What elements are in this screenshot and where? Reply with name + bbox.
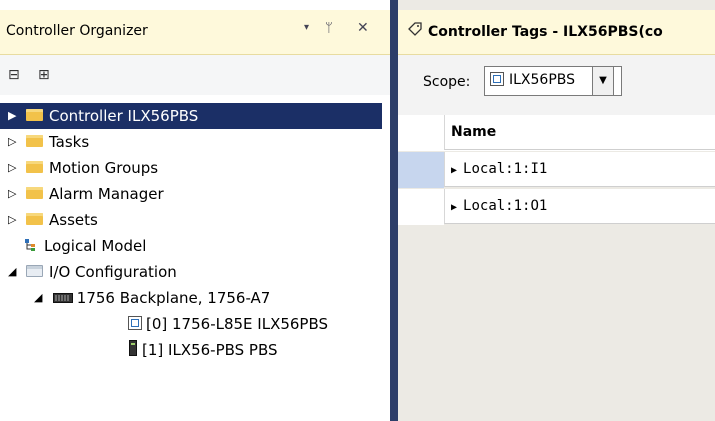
close-icon[interactable]: ✕	[357, 20, 369, 36]
controller-module-icon	[490, 72, 504, 90]
tree-item-label: Assets	[49, 211, 98, 229]
organizer-title: Controller Organizer	[6, 23, 148, 39]
column-header-name[interactable]: Name	[444, 115, 715, 150]
tree-item-io-configuration[interactable]: ◢ I/O Configuration	[0, 259, 177, 285]
collapse-arrow-icon[interactable]: ◢	[34, 285, 48, 311]
tree-item-motion-groups[interactable]: ▷ Motion Groups	[0, 155, 158, 181]
organizer-header: Controller Organizer ▾ ᛘ ✕	[0, 10, 390, 55]
row-header	[398, 115, 444, 151]
folder-icon	[26, 135, 43, 147]
expand-arrow-icon[interactable]: ▷	[8, 155, 22, 181]
table-row[interactable]: ▶ Local:1:I1	[398, 152, 715, 188]
tree-item-label: I/O Configuration	[49, 263, 177, 281]
tag-name-cell[interactable]: ▶ Local:1:I1	[444, 152, 715, 187]
collapse-arrow-icon[interactable]: ◢	[8, 259, 22, 285]
expand-all-icon[interactable]: ⊞	[38, 67, 50, 83]
tree-item-alarm-manager[interactable]: ▷ Alarm Manager	[0, 181, 164, 207]
tags-grid: Name ▶ Local:1:I1 ▶ Local:1:O1	[398, 115, 715, 421]
expand-arrow-icon[interactable]: ▷	[8, 129, 22, 155]
expand-arrow-icon[interactable]: ▷	[8, 181, 22, 207]
controller-tags-panel: Controller Tags - ILX56PBS(co Scope: ILX…	[398, 0, 715, 421]
scope-value: ILX56PBS	[509, 72, 576, 88]
tab-title: Controller Tags - ILX56PBS(co	[428, 24, 663, 40]
open-folder-icon	[26, 265, 43, 277]
tree-item-slot0[interactable]: [0] 1756-L85E ILX56PBS	[128, 311, 328, 337]
folder-icon	[26, 213, 43, 225]
tree-item-assets[interactable]: ▷ Assets	[0, 207, 98, 233]
controller-organizer-panel: Controller Organizer ▾ ᛘ ✕ ⊟ ⊞ ▶ Controll…	[0, 0, 390, 421]
expand-arrow-icon[interactable]: ▷	[8, 207, 22, 233]
expand-arrow-icon[interactable]: ▶	[8, 103, 22, 129]
scope-bar: Scope: ILX56PBS ▼	[398, 55, 715, 115]
expand-arrow-icon[interactable]: ▶	[451, 202, 457, 213]
backplane-icon	[52, 286, 73, 312]
folder-icon	[26, 109, 43, 121]
tree-item-label: Motion Groups	[49, 159, 159, 177]
tree-item-label: Controller ILX56PBS	[49, 107, 199, 125]
tree-item-label: 1756 Backplane, 1756-A7	[76, 289, 271, 307]
tree-item-backplane[interactable]: ◢ 1756 Backplane, 1756-A7	[34, 285, 270, 311]
tree-item-label: Logical Model	[44, 237, 147, 255]
tree-item-label: [0] 1756-L85E ILX56PBS	[146, 315, 329, 333]
row-selector[interactable]	[398, 152, 444, 188]
expand-arrow-icon[interactable]: ▶	[451, 165, 457, 176]
tree-item-label: Alarm Manager	[49, 185, 164, 203]
tag-name-cell[interactable]: ▶ Local:1:O1	[444, 189, 715, 224]
collapse-all-icon[interactable]: ⊟	[8, 67, 20, 83]
tree-item-label: Tasks	[49, 133, 90, 151]
logical-model-icon	[24, 234, 40, 260]
tag-name: Local:1:O1	[463, 198, 548, 214]
organizer-tree: ▶ Controller ILX56PBS ▷ Tasks ▷ Motion Grou…	[0, 95, 390, 421]
row-selector[interactable]	[398, 189, 444, 225]
io-module-icon	[128, 338, 138, 364]
tag-icon	[408, 22, 422, 40]
tree-item-controller[interactable]: ▶ Controller ILX56PBS	[0, 103, 382, 129]
pin-icon[interactable]: ᛘ	[325, 21, 333, 36]
panel-divider[interactable]	[390, 0, 398, 421]
tree-item-label: [1] ILX56-PBS PBS	[142, 341, 278, 359]
tag-name: Local:1:I1	[463, 161, 548, 177]
tab-controller-tags[interactable]: Controller Tags - ILX56PBS(co	[398, 10, 715, 55]
tree-item-slot1[interactable]: [1] ILX56-PBS PBS	[128, 337, 278, 363]
organizer-toolbar: ⊟ ⊞	[0, 55, 390, 96]
scope-dropdown-button[interactable]: ▼	[592, 66, 614, 96]
tree-item-logical-model[interactable]: Logical Model	[24, 233, 146, 259]
grid-header-row: Name	[398, 115, 715, 151]
controller-module-icon	[128, 312, 142, 338]
tree-item-tasks[interactable]: ▷ Tasks	[0, 129, 89, 155]
chevron-down-icon[interactable]: ▾	[304, 22, 309, 33]
folder-icon	[26, 161, 43, 173]
table-row[interactable]: ▶ Local:1:O1	[398, 189, 715, 225]
scope-label: Scope:	[423, 74, 471, 90]
folder-icon	[26, 187, 43, 199]
